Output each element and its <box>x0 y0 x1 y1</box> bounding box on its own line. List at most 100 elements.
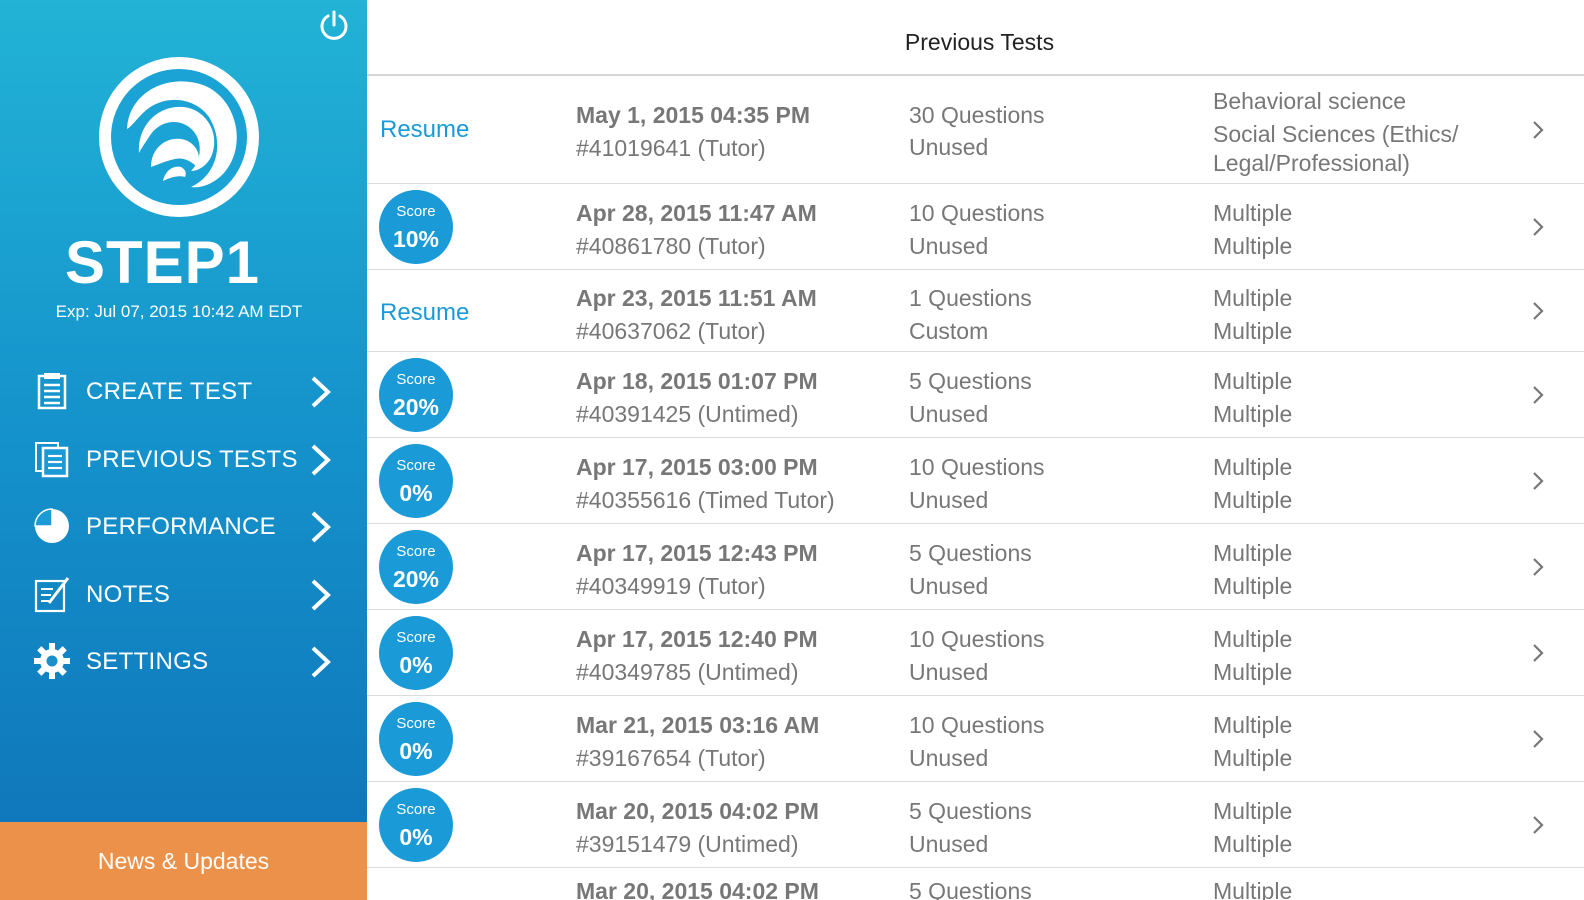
test-id: #40391425 (Untimed) <box>576 401 799 427</box>
score-value: 0% <box>399 738 433 764</box>
sidebar-item-performance[interactable]: PERFORMANCE <box>0 493 367 561</box>
question-count: 30 Questions <box>909 102 1045 128</box>
score-badge: Score 20% <box>379 530 453 604</box>
sidebar-item-label: PERFORMANCE <box>86 513 276 540</box>
previous-tests-icon <box>35 441 69 477</box>
subject-line: Multiple <box>1213 573 1293 599</box>
page-title: Previous Tests <box>904 29 1055 55</box>
test-date: Apr 23, 2015 11:51 AM <box>576 285 817 311</box>
power-icon[interactable] <box>317 8 351 42</box>
test-row[interactable]: Score 20% Apr 18, 2015 01:07 PM #4039142… <box>367 352 1584 438</box>
sidebar-item-create-test[interactable]: CREATE TEST <box>0 358 367 426</box>
test-id: #40349785 (Untimed) <box>576 659 799 685</box>
subject-line: Multiple <box>1213 626 1293 652</box>
question-count: 10 Questions <box>909 712 1045 738</box>
subject-line: Multiple <box>1213 745 1293 771</box>
question-mode: Unused <box>909 745 989 771</box>
score-value: 20% <box>392 566 440 592</box>
subject-line: Multiple <box>1213 401 1293 427</box>
question-mode: Unused <box>909 659 989 685</box>
subject-line: Behavioral science <box>1213 88 1407 114</box>
question-count: 5 Questions <box>909 878 1032 900</box>
question-mode: Unused <box>909 487 989 513</box>
chevron-right-icon <box>1533 730 1544 748</box>
test-date: Apr 28, 2015 11:47 AM <box>576 200 817 226</box>
test-id: #39151479 (Untimed) <box>576 831 799 857</box>
score-badge: Score 0% <box>379 616 453 690</box>
subject-line: Multiple <box>1213 659 1293 685</box>
chevron-right-icon <box>1533 644 1544 662</box>
score-value: 10% <box>392 226 440 252</box>
score-label: Score <box>396 203 436 220</box>
subject-line: Multiple <box>1213 285 1293 311</box>
subject-line: Multiple <box>1213 831 1293 857</box>
test-row[interactable]: Score 0% Mar 20, 2015 04:02 PM #39151479… <box>367 782 1584 868</box>
test-row[interactable]: Score 20% Apr 17, 2015 12:43 PM #4034991… <box>367 524 1584 610</box>
subject-line: Multiple <box>1213 487 1293 513</box>
question-mode: Unused <box>909 573 989 599</box>
test-id: #39167654 (Tutor) <box>576 745 766 771</box>
test-row[interactable]: Mar 20, 2015 04:02 PM 5 Questions Multip… <box>367 868 1584 900</box>
question-count: 10 Questions <box>909 454 1045 480</box>
brand-name: STEP1 <box>64 229 261 296</box>
chevron-right-icon <box>1533 302 1544 320</box>
test-date: Apr 17, 2015 03:00 PM <box>576 454 818 480</box>
score-label: Score <box>396 715 436 732</box>
score-label: Score <box>396 371 436 388</box>
question-mode: Unused <box>909 233 989 259</box>
chevron-right-icon <box>311 376 331 408</box>
subject-line: Multiple <box>1213 454 1293 480</box>
test-date: May 1, 2015 04:35 PM <box>576 102 810 128</box>
sidebar-item-label: SETTINGS <box>86 648 209 675</box>
sidebar-item-previous-tests[interactable]: PREVIOUS TESTS <box>0 426 367 494</box>
tests-list: Resume May 1, 2015 04:35 PM #41019641 (T… <box>367 76 1584 900</box>
score-label: Score <box>396 801 436 818</box>
test-row[interactable]: Score 10% Apr 28, 2015 11:47 AM #4086178… <box>367 184 1584 270</box>
sidebar-item-notes[interactable]: NOTES <box>0 561 367 629</box>
score-badge: Score 20% <box>379 358 453 432</box>
test-id: #41019641 (Tutor) <box>576 135 766 161</box>
test-date: Apr 17, 2015 12:43 PM <box>576 540 818 566</box>
test-date: Mar 20, 2015 04:02 PM <box>576 798 819 824</box>
header: Previous Tests <box>367 0 1584 76</box>
subject-line: Legal/Professional) <box>1213 150 1410 176</box>
test-row[interactable]: Resume May 1, 2015 04:35 PM #41019641 (T… <box>367 76 1584 184</box>
test-row[interactable]: Score 0% Apr 17, 2015 03:00 PM #40355616… <box>367 438 1584 524</box>
test-row[interactable]: Score 0% Mar 21, 2015 03:16 AM #39167654… <box>367 696 1584 782</box>
question-count: 10 Questions <box>909 626 1045 652</box>
chevron-right-icon <box>1533 386 1544 404</box>
score-value: 20% <box>392 394 440 420</box>
subject-line: Multiple <box>1213 368 1293 394</box>
resume-link[interactable]: Resume <box>380 299 469 327</box>
test-date: Apr 18, 2015 01:07 PM <box>576 368 818 394</box>
score-label: Score <box>396 543 436 560</box>
notes-icon <box>34 576 70 612</box>
question-mode: Unused <box>909 134 989 160</box>
question-mode: Custom <box>909 318 989 344</box>
expiry-date: Exp: Jul 07, 2015 10:42 AM EDT <box>55 302 303 321</box>
resume-link[interactable]: Resume <box>380 116 469 144</box>
sidebar-item-settings[interactable]: SETTINGS <box>0 628 367 696</box>
score-badge: Score 0% <box>379 788 453 862</box>
sidebar: STEP1 Exp: Jul 07, 2015 10:42 AM EDT CRE… <box>0 0 367 900</box>
chevron-right-icon <box>311 579 331 610</box>
test-row[interactable]: Resume Apr 23, 2015 11:51 AM #40637062 (… <box>367 270 1584 352</box>
chevron-right-icon <box>311 646 331 678</box>
subject-line: Multiple <box>1213 233 1293 259</box>
app-logo <box>99 57 259 217</box>
question-mode: Unused <box>909 401 989 427</box>
test-date: Mar 21, 2015 03:16 AM <box>576 712 820 738</box>
chevron-right-icon <box>1533 816 1544 834</box>
test-row[interactable]: Score 0% Apr 17, 2015 12:40 PM #40349785… <box>367 610 1584 696</box>
chevron-right-icon <box>311 511 331 543</box>
score-value: 0% <box>399 480 433 506</box>
main-panel: Previous Tests Resume May 1, 2015 04:35 … <box>367 0 1584 900</box>
test-id: #40861780 (Tutor) <box>576 233 766 259</box>
score-value: 0% <box>399 652 433 678</box>
subject-line: Multiple <box>1213 540 1293 566</box>
score-badge: Score 0% <box>379 702 453 776</box>
test-date: Apr 17, 2015 12:40 PM <box>576 626 818 652</box>
news-updates-button[interactable]: News & Updates <box>0 822 367 900</box>
subject-line: Multiple <box>1213 798 1293 824</box>
score-label: Score <box>396 629 436 646</box>
